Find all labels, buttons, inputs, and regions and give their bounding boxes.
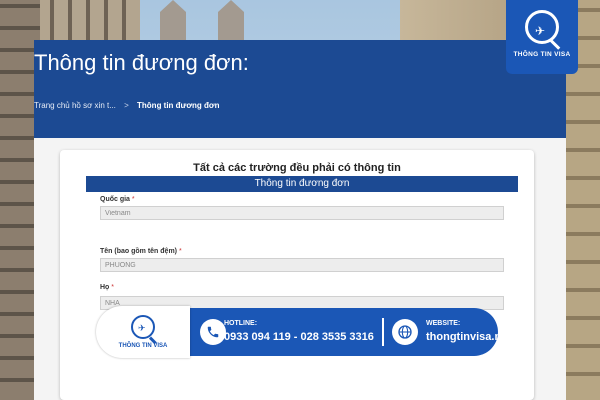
breadcrumb-home-link[interactable]: Trang chủ hồ sơ xin t... (34, 101, 116, 110)
banner-logo: ✈ THÔNG TIN VISA (96, 306, 190, 358)
website-label: WEBSITE: (426, 320, 461, 327)
required-mark: * (178, 248, 182, 255)
page-header: Thông tin đương đơn: Trang chủ hồ sơ xin… (34, 40, 566, 138)
globe-icon-svg (398, 325, 412, 339)
phone-icon-svg (207, 326, 219, 338)
contact-banner: HOTLINE: 0933 094 119 - 028 3535 3316 WE… (96, 306, 511, 358)
banner-contact-bar: HOTLINE: 0933 094 119 - 028 3535 3316 WE… (182, 308, 511, 356)
required-mark: * (111, 284, 115, 291)
last-name-label: Họ * (100, 284, 114, 291)
form-heading: Tất cả các trường đều phải có thông tin (193, 162, 401, 174)
required-mark: * (131, 196, 135, 203)
hotline-number[interactable]: 0933 094 119 - 028 3535 3316 (224, 331, 374, 343)
plane-icon: ✈ (138, 323, 146, 333)
breadcrumb-current: Thông tin đương đơn (137, 101, 220, 110)
plane-icon: ✈ (535, 24, 546, 38)
first-name-label: Tên (bao gồm tên đệm) * (100, 248, 182, 255)
website-link[interactable]: thongtinvisa.net (426, 331, 511, 343)
banner-logo-mark: ✈ (131, 315, 155, 339)
logo-text: THÔNG TIN VISA (513, 51, 571, 58)
country-label-text: Quốc gia (100, 196, 130, 203)
banner-divider (382, 318, 384, 346)
country-input[interactable] (100, 206, 504, 220)
banner-logo-text: THÔNG TIN VISA (118, 343, 168, 349)
breadcrumb-separator: > (124, 101, 129, 110)
brand-logo: ✈ THÔNG TIN VISA (506, 0, 578, 74)
section-title: Thông tin đương đơn (86, 176, 518, 192)
hotline-label: HOTLINE: (224, 320, 258, 327)
breadcrumb: Trang chủ hồ sơ xin t... > Thông tin đươ… (34, 101, 220, 110)
page-title: Thông tin đương đơn: (34, 50, 249, 75)
last-name-label-text: Họ (100, 284, 110, 291)
globe-icon (392, 319, 418, 345)
first-name-input[interactable] (100, 258, 504, 272)
logo-mark: ✈ (525, 10, 559, 44)
phone-icon (200, 319, 226, 345)
first-name-label-text: Tên (bao gồm tên đệm) (100, 248, 177, 255)
country-label: Quốc gia * (100, 196, 135, 203)
applicant-form: Tất cả các trường đều phải có thông tin … (60, 150, 534, 400)
